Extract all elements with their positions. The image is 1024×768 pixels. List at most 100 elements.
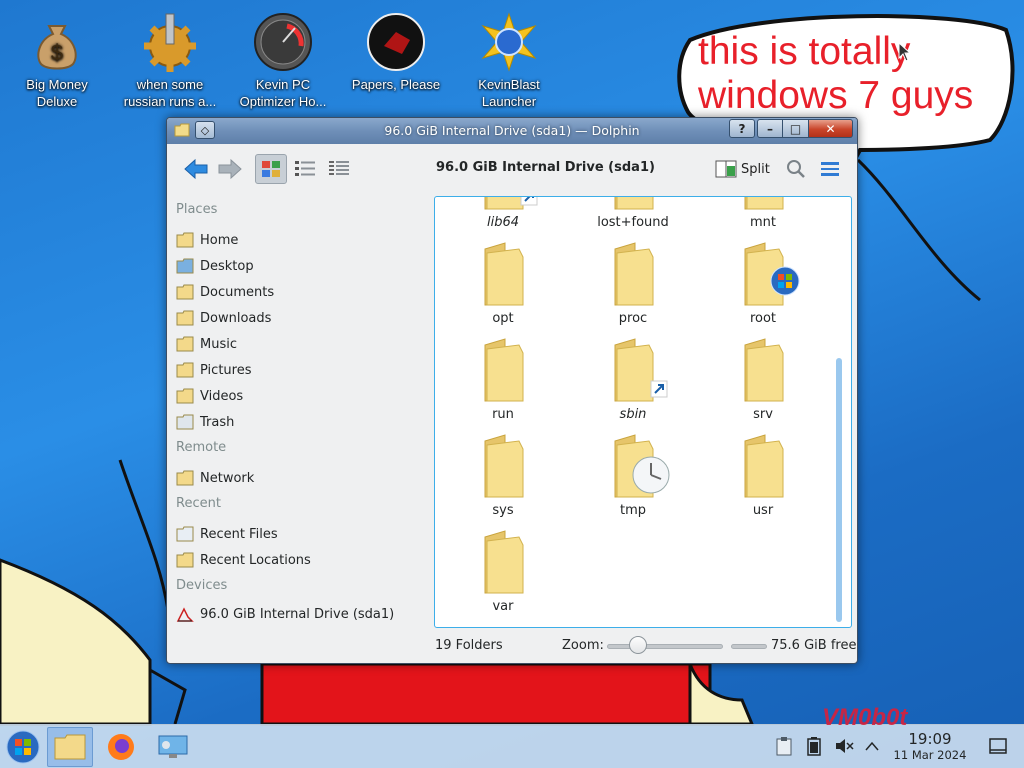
sidebar-item-pictures[interactable]: Pictures: [176, 358, 426, 382]
sidebar-item-label: Downloads: [200, 310, 272, 326]
folder-item[interactable]: lost+found: [573, 197, 693, 237]
free-space-bar: [731, 644, 767, 649]
volume-muted-icon[interactable]: [833, 735, 855, 757]
folder-icon: [614, 242, 654, 306]
windows-logo-icon: [6, 730, 40, 764]
folder-item[interactable]: sbin: [573, 337, 693, 429]
forward-button[interactable]: [215, 157, 245, 181]
sidebar-item-desktop[interactable]: Desktop: [176, 254, 426, 278]
folder-item[interactable]: tmp: [573, 433, 693, 525]
desktop-icon-label: Kevin PC Optimizer Ho...: [239, 77, 327, 109]
folder-item[interactable]: lib64: [443, 197, 563, 237]
folder-icon: [484, 434, 524, 498]
details-view-button[interactable]: [323, 154, 355, 184]
sidebar-item-home[interactable]: Home: [176, 228, 426, 252]
start-button[interactable]: [0, 727, 46, 767]
sidebar-item-label: Pictures: [200, 362, 252, 378]
network-icon: [176, 469, 194, 487]
arrow-right-icon: [218, 158, 242, 180]
desktop-icon-papers-please[interactable]: Papers, Please: [341, 4, 451, 93]
downloads-icon: [176, 309, 194, 327]
minimize-button[interactable]: –: [757, 119, 783, 138]
hamburger-menu-icon[interactable]: [817, 156, 843, 182]
folder-name: proc: [618, 311, 648, 326]
sidebar-item-network[interactable]: Network: [176, 466, 426, 490]
zoom-slider-handle[interactable]: [629, 636, 647, 654]
scrollbar[interactable]: [836, 358, 842, 622]
sidebar-item-label: Music: [200, 336, 237, 352]
battery-icon[interactable]: [803, 735, 825, 757]
close-button[interactable]: ✕: [809, 119, 853, 138]
devices-header: Devices: [176, 578, 228, 593]
zoom-label: Zoom:: [562, 638, 604, 653]
desktop-icon: [176, 257, 194, 275]
taskbar-firefox[interactable]: [98, 727, 144, 767]
speech-bubble-text: this is totally windows 7 guys: [698, 30, 974, 117]
folder-item[interactable]: var: [443, 529, 563, 621]
sidebar-item-trash[interactable]: Trash: [176, 410, 426, 434]
icons-view-button[interactable]: [255, 154, 287, 184]
sidebar-item-videos[interactable]: Videos: [176, 384, 426, 408]
folder-item[interactable]: proc: [573, 241, 693, 333]
folder-icon: [484, 530, 524, 594]
back-button[interactable]: [181, 157, 211, 181]
sidebar-item-downloads[interactable]: Downloads: [176, 306, 426, 330]
desktop-icon-big-money[interactable]: $ Big Money Deluxe: [2, 4, 112, 110]
folder-name: sbin: [619, 407, 647, 422]
clock-time: 19:09: [908, 730, 952, 748]
details-view-icon: [329, 161, 349, 175]
folder-item[interactable]: mnt: [703, 197, 823, 237]
help-button[interactable]: ?: [729, 119, 755, 138]
folder-item[interactable]: srv: [703, 337, 823, 429]
places-header: Places: [176, 202, 218, 217]
sidebar-item-96-0-gib-internal-drive-sda1[interactable]: 96.0 GiB Internal Drive (sda1): [176, 602, 426, 626]
folder-icon: [614, 434, 670, 498]
papers-please-icon: [366, 12, 426, 72]
compact-view-button[interactable]: [289, 154, 321, 184]
folder-name: sys: [492, 503, 514, 518]
folder-item[interactable]: root: [703, 241, 823, 333]
folder-item[interactable]: sys: [443, 433, 563, 525]
split-button[interactable]: Split: [715, 156, 770, 182]
chevron-up-icon[interactable]: [861, 735, 883, 757]
desktop-icon-kevin-pc[interactable]: Kevin PC Optimizer Ho...: [228, 4, 338, 110]
folder-icon: [744, 242, 800, 306]
folder-icon: [614, 338, 668, 402]
desktop-icon-label: Papers, Please: [351, 77, 441, 92]
sidebar-item-label: Network: [200, 470, 255, 486]
maximize-button[interactable]: □: [783, 119, 809, 138]
sidebar-item-recent-files[interactable]: Recent Files: [176, 522, 426, 546]
clock[interactable]: 19:09 11 Mar 2024: [884, 730, 976, 763]
home-folder-icon: [176, 231, 194, 249]
grid-view-icon: [262, 161, 280, 177]
show-desktop-icon[interactable]: [987, 735, 1009, 757]
taskbar-dolphin[interactable]: [47, 727, 93, 767]
places-panel: Places Home Desktop Documents Downloads Musi…: [167, 192, 433, 622]
folder-item[interactable]: usr: [703, 433, 823, 525]
folder-item[interactable]: opt: [443, 241, 563, 333]
desktop-icon-label: Big Money Deluxe: [26, 77, 88, 109]
folder-item[interactable]: run: [443, 337, 563, 429]
folder-icon: [744, 197, 784, 210]
dolphin-window: ◇ 96.0 GiB Internal Drive (sda1) — Dolph…: [166, 117, 858, 664]
sidebar-item-documents[interactable]: Documents: [176, 280, 426, 304]
taskbar-system-settings[interactable]: [150, 727, 196, 767]
sidebar-item-label: 96.0 GiB Internal Drive (sda1): [200, 606, 395, 622]
recent-header: Recent: [176, 496, 221, 511]
folder-icon: [54, 734, 86, 760]
clock-date: 11 Mar 2024: [893, 748, 967, 762]
free-space-label: 75.6 GiB free: [771, 638, 857, 653]
folder-icon: [744, 338, 784, 402]
sidebar-item-recent-locations[interactable]: Recent Locations: [176, 548, 426, 572]
desktop-icon-kevinblast[interactable]: KevinBlast Launcher: [454, 4, 564, 110]
titlebar[interactable]: ◇ 96.0 GiB Internal Drive (sda1) — Dolph…: [167, 118, 857, 144]
clipboard-icon[interactable]: [773, 735, 795, 757]
desktop-icon-russian[interactable]: when some russian runs a...: [115, 4, 225, 110]
gear-icon: [140, 12, 200, 72]
file-view[interactable]: lib64 lost+found mnt opt proc root run sbin srv s…: [434, 196, 852, 628]
search-button[interactable]: [783, 156, 809, 182]
money-bag-icon: $: [27, 12, 87, 72]
videos-icon: [176, 387, 194, 405]
sidebar-item-music[interactable]: Music: [176, 332, 426, 356]
zoom-slider[interactable]: [607, 644, 723, 649]
